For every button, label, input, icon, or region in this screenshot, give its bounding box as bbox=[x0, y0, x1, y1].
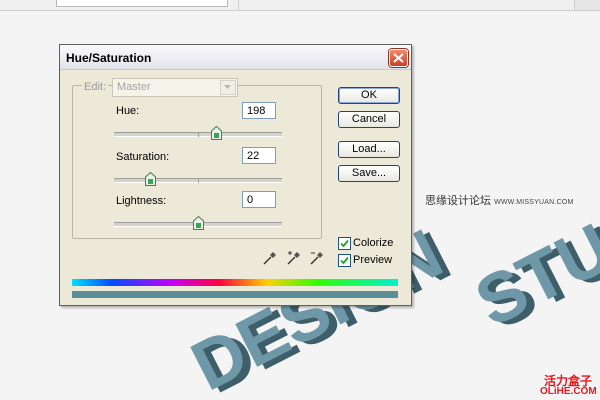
hue-value-input[interactable]: 198 bbox=[242, 102, 276, 119]
slider-center-tick bbox=[198, 178, 199, 183]
lightness-label: Lightness: bbox=[116, 195, 167, 207]
saturation-label: Saturation: bbox=[116, 151, 170, 163]
saturation-slider-thumb[interactable] bbox=[145, 172, 157, 186]
hue-slider-thumb[interactable] bbox=[210, 126, 222, 140]
lightness-slider-thumb[interactable] bbox=[192, 216, 204, 230]
close-icon bbox=[393, 53, 404, 63]
checkmark-icon bbox=[340, 239, 349, 248]
ok-button[interactable]: OK bbox=[338, 87, 400, 104]
colorize-check-box[interactable] bbox=[338, 237, 351, 250]
checkmark-icon bbox=[340, 256, 349, 265]
edit-select-value: Master bbox=[117, 81, 151, 93]
result-color-bar bbox=[72, 291, 398, 298]
preview-label: Preview bbox=[353, 254, 393, 266]
watermark-missyuan-url: WWW.MISSYUAN.COM bbox=[494, 199, 574, 206]
hue-label: Hue: bbox=[116, 105, 140, 117]
lightness-slider-track[interactable] bbox=[114, 216, 282, 230]
watermark-missyuan-cn: 思缘设计论坛 bbox=[425, 195, 491, 207]
hue-slider-track[interactable] bbox=[114, 126, 282, 140]
eyedropper-plus-icon[interactable] bbox=[286, 250, 302, 266]
edit-label: Edit: bbox=[82, 81, 109, 93]
eyedropper-icon[interactable] bbox=[262, 250, 278, 266]
save-button[interactable]: Save... bbox=[338, 165, 400, 182]
slider-center-tick bbox=[198, 132, 199, 137]
dialog-title: Hue/Saturation bbox=[66, 51, 152, 65]
edit-channel-select[interactable]: Master bbox=[112, 78, 238, 97]
chevron-down-icon[interactable] bbox=[220, 80, 236, 95]
hue-saturation-dialog: Hue/Saturation Edit: Master Hue: 198 Sat… bbox=[59, 44, 412, 306]
saturation-value-input[interactable]: 22 bbox=[242, 147, 276, 164]
colorize-label: Colorize bbox=[353, 237, 394, 249]
saturation-slider-track[interactable] bbox=[114, 172, 282, 186]
watermark-missyuan: 思缘设计论坛 WWW.MISSYUAN.COM bbox=[425, 192, 573, 208]
close-button[interactable] bbox=[389, 49, 408, 67]
preview-check-box[interactable] bbox=[338, 254, 351, 267]
cancel-button[interactable]: Cancel bbox=[338, 111, 400, 128]
eyedropper-minus-icon[interactable] bbox=[309, 250, 325, 266]
dialog-titlebar[interactable]: Hue/Saturation bbox=[60, 45, 411, 70]
hue-spectrum-bar bbox=[72, 279, 398, 286]
watermark-olihe-url: OLiHE.COM bbox=[540, 386, 597, 397]
load-button[interactable]: Load... bbox=[338, 141, 400, 158]
lightness-value-input[interactable]: 0 bbox=[242, 191, 276, 208]
